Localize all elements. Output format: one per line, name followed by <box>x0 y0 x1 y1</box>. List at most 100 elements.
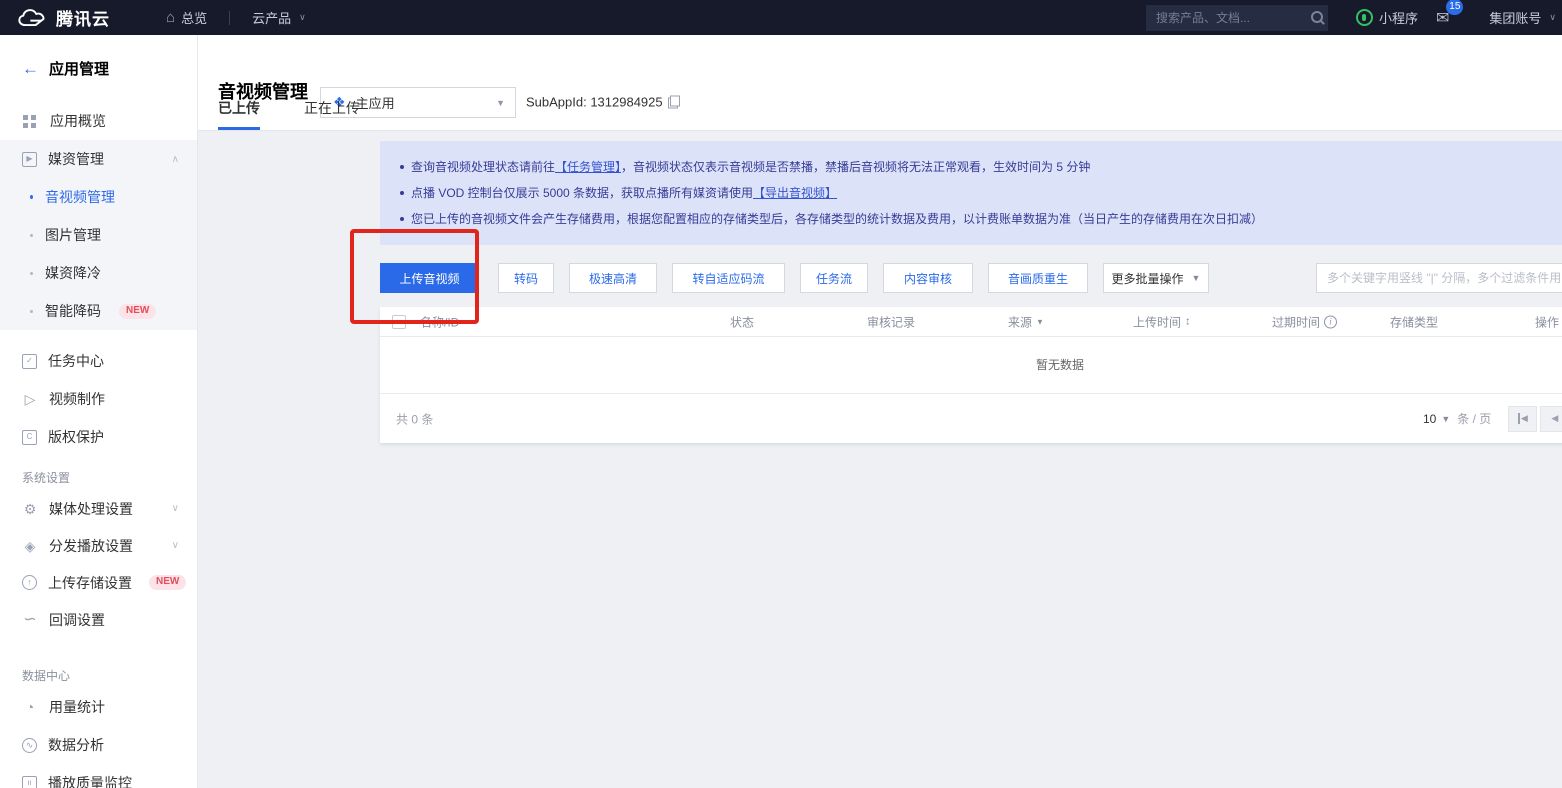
info-icon[interactable]: i <box>1324 315 1337 328</box>
app-selector-value: 主应用 <box>356 93 497 112</box>
prev-page-button[interactable]: ◀ <box>1540 406 1562 432</box>
tab-bar: 已上传 正在上传 <box>218 98 360 130</box>
sidebar-item-audio-video-management[interactable]: 音视频管理 <box>0 178 197 216</box>
notice-panel: 查询音视频处理状态请前往【任务管理】，音视频状态仅表示音视频是否禁播，禁播后音视… <box>380 141 1562 245</box>
total-count: 共 0 条 <box>396 410 433 427</box>
sidebar-item-callback-settings[interactable]: ∽ 回调设置 <box>0 601 197 638</box>
export-audio-video-link[interactable]: 【导出音视频】 <box>753 186 837 200</box>
first-page-icon: ◀ <box>1518 413 1528 424</box>
sidebar-item-distribution-playback-settings[interactable]: ◈ 分发播放设置 ∨ <box>0 527 197 564</box>
pagination: 共 0 条 10 ▼ 条 / 页 ◀ ◀ <box>380 394 1562 443</box>
sort-icon[interactable]: ↕ <box>1185 316 1191 328</box>
page-size-select[interactable]: 10 ▼ <box>1423 412 1450 426</box>
keyword-filter-input[interactable] <box>1316 263 1562 293</box>
sidebar: ← 应用管理 应用概览 ▶ 媒资管理 ∧ 音视频管理 图片管理 媒资降冷 智能降… <box>0 35 198 788</box>
av-remaster-button[interactable]: 音画质重生 <box>988 263 1088 293</box>
col-status: 状态 <box>730 313 754 330</box>
topbar-divider <box>229 11 230 25</box>
tencent-cloud-logo[interactable]: 腾讯云 <box>18 5 110 30</box>
chevron-down-icon: ∨ <box>172 503 179 514</box>
col-review-record: 审核记录 <box>867 313 915 330</box>
topbar-search[interactable] <box>1146 5 1328 31</box>
select-all-checkbox[interactable] <box>392 315 406 329</box>
task-management-link[interactable]: 【任务管理】 <box>555 160 621 174</box>
col-storage-type: 存储类型 <box>1390 313 1438 330</box>
notice-item: 查询音视频处理状态请前往【任务管理】，音视频状态仅表示音视频是否禁播，禁播后音视… <box>398 154 1562 180</box>
sidebar-item-data-analysis[interactable]: ∿ 数据分析 <box>0 726 197 764</box>
sidebar-item-media-assets[interactable]: ▶ 媒资管理 ∧ <box>0 140 197 178</box>
first-page-button[interactable]: ◀ <box>1508 406 1537 432</box>
back-arrow-icon: ← <box>22 59 39 79</box>
sidebar-item-smart-bitrate[interactable]: 智能降码 NEW <box>0 292 197 330</box>
col-name-id: 名称/ID <box>420 313 459 330</box>
chevron-down-icon: ∨ <box>299 12 306 23</box>
notice-item: 点播 VOD 控制台仅展示 5000 条数据，获取点播所有媒资请使用【导出音视频… <box>398 180 1562 206</box>
page-header: 音视频管理 ❖ 主应用 ▼ SubAppId: 1312984925 已上传 正… <box>198 35 1562 131</box>
usage-stats-icon: ◔ <box>22 700 38 714</box>
sidebar-item-app-overview[interactable]: 应用概览 <box>0 102 197 140</box>
col-expire-time: 过期时间i <box>1272 313 1337 330</box>
nav-products[interactable]: 云产品 ∨ <box>238 0 320 35</box>
sidebar-back-app-management[interactable]: ← 应用管理 <box>0 41 197 96</box>
more-batch-actions-button[interactable]: 更多批量操作 ▼ <box>1103 263 1209 293</box>
home-icon: ⌂ <box>166 9 175 26</box>
sidebar-item-media-cooling[interactable]: 媒资降冷 <box>0 254 197 292</box>
content-area: 查询音视频处理状态请前往【任务管理】，音视频状态仅表示音视频是否禁播，禁播后音视… <box>198 131 1562 788</box>
sidebar-item-image-management[interactable]: 图片管理 <box>0 216 197 254</box>
sidebar-section-data-center: 数据中心 <box>0 654 197 688</box>
prev-page-icon: ◀ <box>1551 413 1558 424</box>
col-upload-time: 上传时间↕ <box>1133 313 1191 330</box>
table-header: 名称/ID 状态 审核记录 来源▼ 上传时间↕ 过期时间i 存储类型 操作 <box>380 307 1562 337</box>
bullet-icon <box>400 191 404 195</box>
nav-messages[interactable]: ✉ 15 <box>1436 8 1449 28</box>
upload-audio-video-button[interactable]: 上传音视频 <box>380 263 479 293</box>
filter-icon[interactable]: ▼ <box>1036 317 1044 326</box>
sidebar-item-usage-statistics[interactable]: ◔ 用量统计 <box>0 688 197 726</box>
chevron-down-icon: ∨ <box>172 540 179 551</box>
media-table: 名称/ID 状态 审核记录 来源▼ 上传时间↕ 过期时间i 存储类型 操作 暂无… <box>380 307 1562 443</box>
col-actions: 操作 <box>1535 313 1559 330</box>
copy-icon[interactable] <box>668 96 680 109</box>
sidebar-item-playback-quality-monitor[interactable]: ıı 播放质量监控 <box>0 764 197 788</box>
tab-uploaded[interactable]: 已上传 <box>218 98 260 130</box>
bullet-icon <box>400 165 404 169</box>
playback-quality-icon: ıı <box>22 776 37 788</box>
transcode-button[interactable]: 转码 <box>498 263 554 293</box>
content-review-button[interactable]: 内容审核 <box>883 263 973 293</box>
miniprogram-icon <box>1356 9 1373 26</box>
bullet-icon <box>30 310 33 313</box>
topbar-search-input[interactable] <box>1156 11 1311 25</box>
sidebar-item-media-processing-settings[interactable]: ⚙ 媒体处理设置 ∨ <box>0 490 197 527</box>
chevron-down-icon: ∨ <box>1549 12 1556 23</box>
new-badge: NEW <box>149 575 186 590</box>
sidebar-item-copyright-protection[interactable]: C 版权保护 <box>0 418 197 456</box>
chevron-down-icon: ▼ <box>1441 414 1450 424</box>
page-size-unit: 条 / 页 <box>1457 410 1491 427</box>
task-flow-button[interactable]: 任务流 <box>800 263 868 293</box>
notification-badge: 15 <box>1446 0 1463 15</box>
brand-name: 腾讯云 <box>56 5 110 30</box>
bullet-icon <box>400 217 404 221</box>
cloud-logo-icon <box>18 8 48 28</box>
chevron-up-icon: ∧ <box>172 154 179 165</box>
nav-account[interactable]: 集团账号 ∨ <box>1475 0 1556 35</box>
sidebar-item-task-center[interactable]: ✓ 任务中心 <box>0 342 197 380</box>
data-analysis-icon: ∿ <box>22 738 37 753</box>
media-processing-icon: ⚙ <box>22 502 38 516</box>
adaptive-bitrate-button[interactable]: 转自适应码流 <box>672 263 785 293</box>
top-speed-hd-button[interactable]: 极速高清 <box>569 263 657 293</box>
sidebar-item-upload-storage-settings[interactable]: ↑ 上传存储设置 NEW <box>0 564 197 601</box>
nav-miniprogram[interactable]: 小程序 <box>1356 0 1418 35</box>
sidebar-item-video-production[interactable]: ▷ 视频制作 <box>0 380 197 418</box>
task-center-icon: ✓ <box>22 354 37 369</box>
subappid: SubAppId: 1312984925 <box>526 95 680 110</box>
nav-overview[interactable]: ⌂ 总览 <box>152 0 221 35</box>
upload-storage-icon: ↑ <box>22 575 37 590</box>
sidebar-group-media-assets: ▶ 媒资管理 ∧ 音视频管理 图片管理 媒资降冷 智能降码 NEW <box>0 140 197 330</box>
search-icon[interactable] <box>1311 11 1325 25</box>
empty-state: 暂无数据 <box>380 337 1562 394</box>
bullet-icon <box>30 195 33 199</box>
bullet-icon <box>30 272 33 275</box>
tab-uploading[interactable]: 正在上传 <box>304 98 360 130</box>
callback-icon: ∽ <box>22 612 38 628</box>
